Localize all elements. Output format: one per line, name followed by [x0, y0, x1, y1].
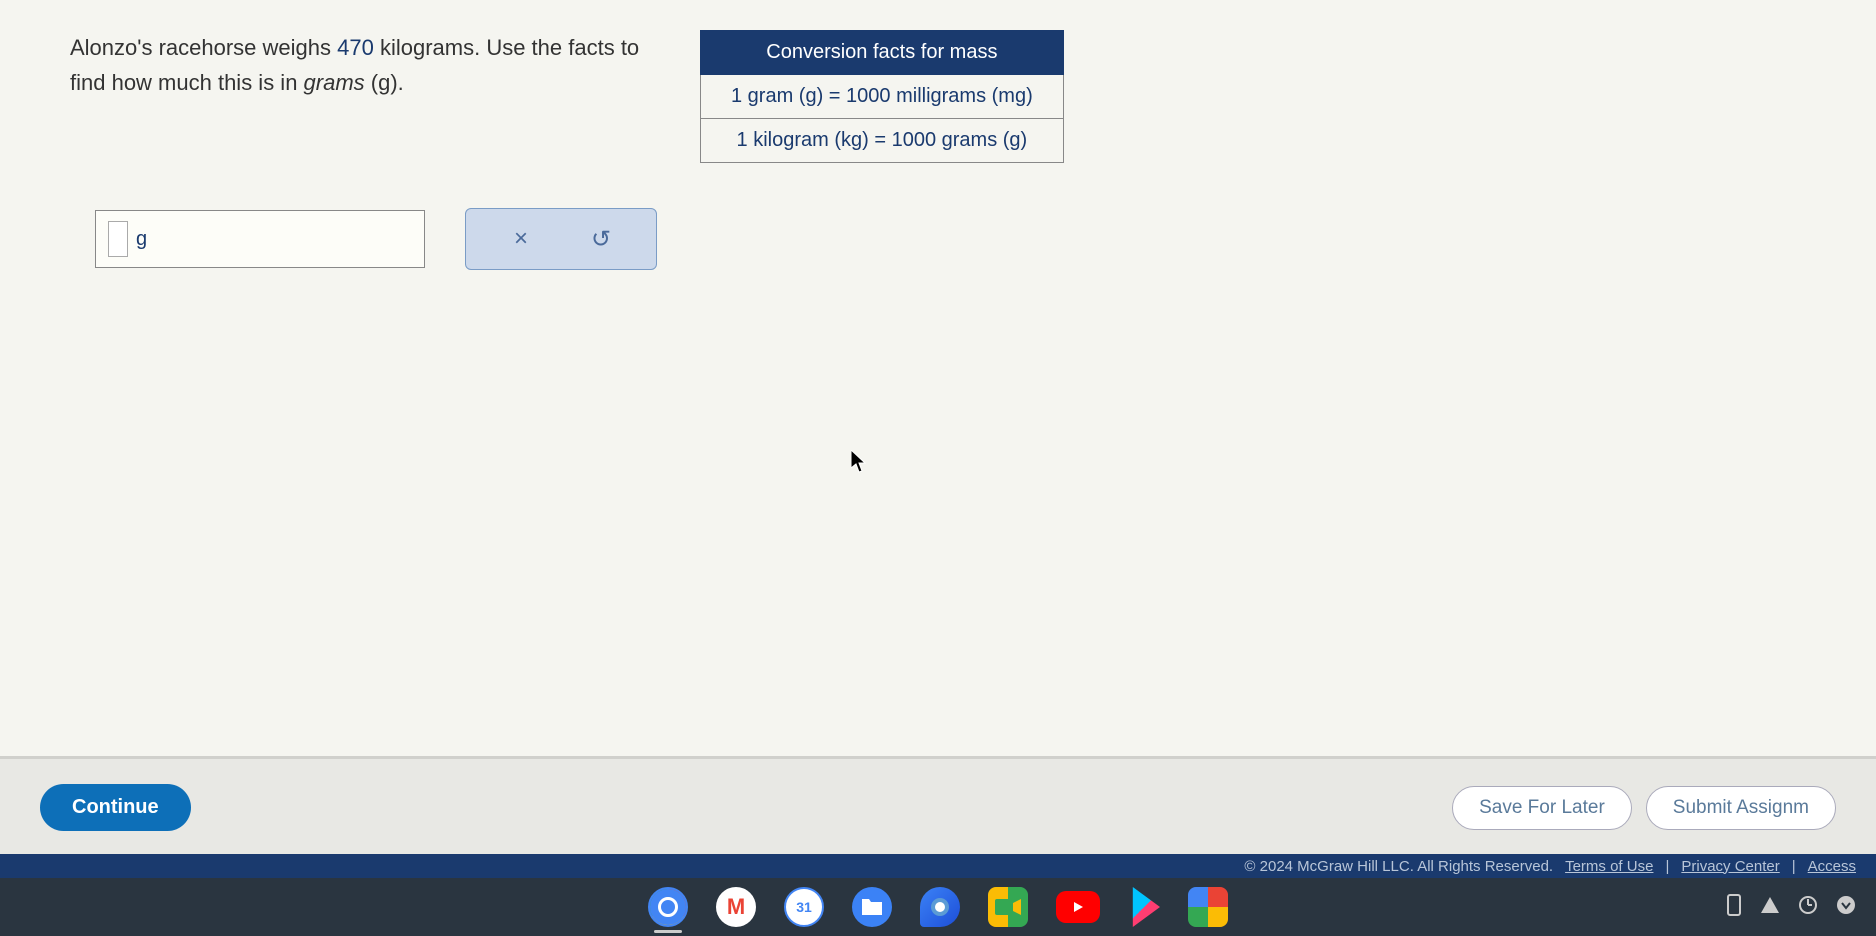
continue-button[interactable]: Continue — [40, 784, 191, 831]
gmail-icon[interactable]: M — [716, 887, 756, 927]
chrome-icon — [648, 887, 688, 927]
right-buttons: Save For Later Submit Assignm — [1452, 786, 1836, 830]
phone-icon[interactable] — [1726, 894, 1742, 921]
conversion-row-1: 1 gram (g) = 1000 milligrams (mg) — [701, 75, 1064, 119]
content-area: Alonzo's racehorse weighs 470 kilograms.… — [0, 0, 1876, 750]
question-part3: (g). — [365, 70, 404, 95]
question-unit: grams — [304, 70, 365, 95]
answer-unit: g — [136, 228, 147, 251]
clock-icon[interactable] — [1798, 895, 1818, 920]
privacy-link[interactable]: Privacy Center — [1681, 858, 1779, 875]
tool-panel: × ↺ — [465, 208, 657, 270]
submit-assignment-button[interactable]: Submit Assignm — [1646, 786, 1836, 830]
divider: | — [1792, 858, 1796, 875]
copyright-text: © 2024 McGraw Hill LLC. All Rights Reser… — [1244, 858, 1553, 875]
question-part1: Alonzo's racehorse weighs — [70, 35, 337, 60]
bottom-bar: Continue Save For Later Submit Assignm — [0, 756, 1876, 856]
save-for-later-button[interactable]: Save For Later — [1452, 786, 1632, 830]
conversion-row-2: 1 kilogram (kg) = 1000 grams (g) — [701, 119, 1064, 163]
answer-box[interactable]: g — [95, 210, 425, 268]
question-text: Alonzo's racehorse weighs 470 kilograms.… — [70, 30, 660, 100]
youtube-icon[interactable] — [1056, 891, 1100, 923]
taskbar: M 31 — [0, 878, 1876, 936]
chrome-active-indicator — [654, 930, 682, 933]
copyright-bar: © 2024 McGraw Hill LLC. All Rights Reser… — [0, 854, 1876, 878]
play-store-icon[interactable] — [1128, 887, 1160, 927]
taskbar-right — [1726, 894, 1856, 921]
conversion-table: Conversion facts for mass 1 gram (g) = 1… — [700, 30, 1064, 163]
photos-icon[interactable] — [1188, 887, 1228, 927]
question-weight: 470 — [337, 35, 374, 60]
question-row: Alonzo's racehorse weighs 470 kilograms.… — [70, 30, 1826, 163]
access-link[interactable]: Access — [1808, 858, 1856, 875]
warning-icon[interactable] — [1760, 896, 1780, 919]
divider: | — [1665, 858, 1669, 875]
answer-row: g × ↺ — [95, 208, 1826, 270]
reset-button[interactable]: ↺ — [586, 224, 616, 254]
answer-input[interactable] — [108, 221, 128, 257]
x-icon: × — [514, 225, 528, 253]
chat-icon[interactable] — [920, 887, 960, 927]
clear-button[interactable]: × — [506, 224, 536, 254]
meet-icon[interactable] — [988, 887, 1028, 927]
chrome-app[interactable] — [648, 887, 688, 927]
terms-link[interactable]: Terms of Use — [1565, 858, 1653, 875]
conversion-header: Conversion facts for mass — [701, 31, 1064, 75]
reset-icon: ↺ — [591, 225, 611, 254]
files-icon[interactable] — [852, 887, 892, 927]
down-arrow-icon[interactable] — [1836, 895, 1856, 920]
calendar-icon[interactable]: 31 — [784, 887, 824, 927]
